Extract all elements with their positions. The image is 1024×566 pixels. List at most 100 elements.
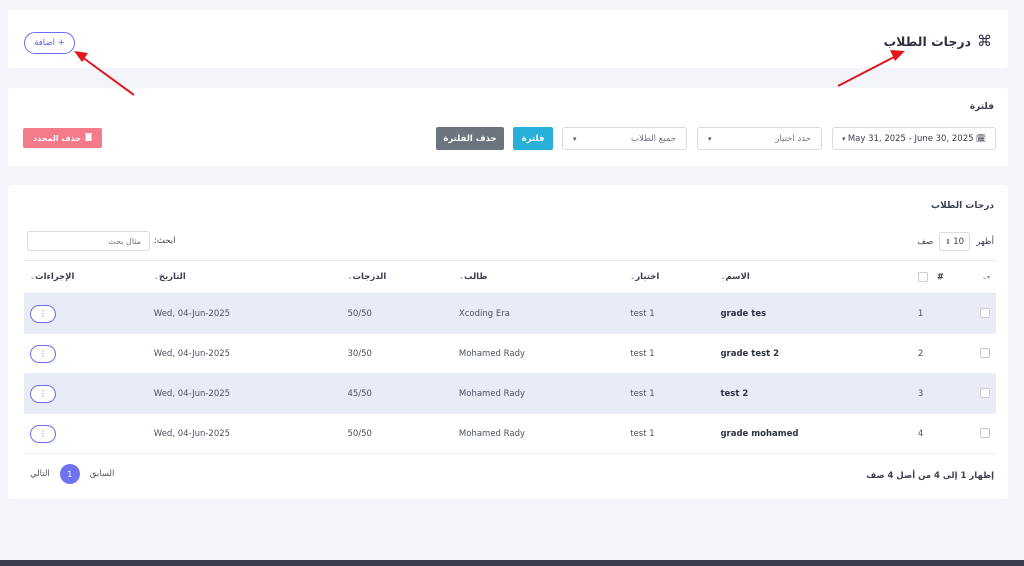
bottom-bar	[0, 560, 1024, 566]
row-student: Mohamed Rady	[452, 333, 625, 374]
exam-select-value: حدد اختبار	[775, 133, 811, 144]
row-date: Wed, 04-Jun-2025	[147, 413, 342, 454]
date-range-picker[interactable]: ▾ May 31, 2025 - June 30, 2025 🗓	[832, 127, 996, 150]
page-title-text: درجات الطلاب	[883, 33, 971, 49]
student-select-value: جميع الطلاب	[631, 133, 676, 144]
page-length-control: أظهر ⇕ 10 صف	[917, 232, 994, 251]
column-date-label: التاريخ	[158, 272, 186, 282]
column-student[interactable]: طالب⌄	[452, 260, 625, 294]
row-exam: test 1	[624, 333, 715, 374]
row-checkbox[interactable]	[980, 348, 990, 359]
calendar-icon: 🗓	[975, 134, 986, 143]
table-header-row: ▾⌄ # الاسم⌄ اختبار⌄ طالب⌄ الدرجات⌄ التار…	[24, 260, 996, 294]
row-grade: 50/50	[341, 293, 453, 334]
show-prefix: أظهر	[976, 236, 994, 247]
chevron-down-icon: ▾	[573, 134, 577, 143]
row-grade: 45/50	[341, 373, 453, 414]
sort-icon: ▾⌄	[981, 274, 990, 281]
column-name[interactable]: الاسم⌄	[714, 260, 912, 294]
clear-filter-button[interactable]: حذف الفلترة	[436, 127, 504, 150]
search-label: ابحث:	[154, 236, 176, 246]
page-header-card: ⌘ درجات الطلاب + اضافة	[8, 10, 1008, 68]
grades-table: ▾⌄ # الاسم⌄ اختبار⌄ طالب⌄ الدرجات⌄ التار…	[24, 260, 996, 454]
more-vertical-icon: ⋮	[39, 389, 47, 398]
chevron-down-icon: ▾	[842, 134, 846, 143]
row-exam: test 1	[624, 413, 715, 454]
add-button[interactable]: + اضافة	[24, 32, 75, 54]
filter-card: فلترة ▾ May 31, 2025 - June 30, 2025 🗓 ▾…	[8, 88, 1008, 166]
row-date: Wed, 04-Jun-2025	[147, 373, 342, 414]
column-student-label: طالب	[463, 272, 488, 282]
row-student: Mohamed Rady	[452, 373, 625, 414]
search-input[interactable]	[27, 231, 150, 251]
row-actions-button[interactable]: ⋮	[30, 304, 56, 323]
delete-selected-button[interactable]: حذف المحدد	[23, 128, 102, 148]
table-info: إظهار 1 إلى 4 من أصل 4 صف	[866, 471, 994, 481]
student-select[interactable]: ▾ جميع الطلاب	[562, 127, 687, 150]
column-actions[interactable]: الإجراءات⌄	[24, 260, 148, 294]
previous-page-link[interactable]: السابق	[90, 469, 115, 479]
row-actions-cell: ⋮	[24, 333, 148, 374]
trash-icon	[85, 133, 93, 143]
row-actions-cell: ⋮	[24, 413, 148, 454]
page-title: ⌘ درجات الطلاب	[884, 32, 992, 50]
exam-select[interactable]: ▾ حدد اختبار	[697, 127, 822, 150]
table-row[interactable]: 1 grade tes test 1 Xcoding Era 50/50 Wed…	[24, 293, 996, 334]
chevron-down-icon: ▾	[708, 134, 712, 143]
more-vertical-icon: ⋮	[39, 309, 47, 318]
row-exam: test 1	[624, 293, 715, 334]
column-grade[interactable]: الدرجات⌄	[341, 260, 453, 294]
row-actions-cell: ⋮	[24, 373, 148, 414]
select-all-checkbox[interactable]	[917, 271, 928, 282]
row-name: grade tes	[714, 293, 912, 334]
filter-button[interactable]: فلترة	[513, 127, 553, 150]
search-control: ابحث:	[27, 231, 175, 251]
table-row[interactable]: 2 grade test 2 test 1 Mohamed Rady 30/50…	[24, 333, 996, 374]
row-student: Xcoding Era	[452, 293, 625, 334]
date-range-value: May 31, 2025 - June 30, 2025	[847, 133, 974, 144]
row-date: Wed, 04-Jun-2025	[147, 293, 342, 334]
column-number[interactable]: #	[911, 260, 950, 294]
row-checkbox-cell	[950, 413, 996, 454]
row-date: Wed, 04-Jun-2025	[147, 333, 342, 374]
table-title: درجات الطلاب	[931, 201, 994, 211]
row-number: 2	[911, 333, 950, 374]
column-grade-label: الدرجات	[352, 272, 387, 282]
row-actions-button[interactable]: ⋮	[30, 424, 56, 443]
more-vertical-icon: ⋮	[39, 349, 47, 358]
filter-label: فلترة	[969, 102, 994, 112]
row-student: Mohamed Rady	[452, 413, 625, 454]
row-actions-button[interactable]: ⋮	[30, 384, 56, 403]
command-icon: ⌘	[977, 32, 992, 50]
page-length-select[interactable]: ⇕ 10	[939, 232, 971, 251]
page-length-value: 10	[953, 236, 965, 247]
row-checkbox-cell	[950, 293, 996, 334]
row-checkbox[interactable]	[980, 428, 990, 439]
row-actions-cell: ⋮	[24, 293, 148, 334]
delete-selected-label: حذف المحدد	[32, 133, 82, 143]
row-checkbox[interactable]	[980, 388, 990, 399]
column-exam[interactable]: اختبار⌄	[624, 260, 715, 294]
row-checkbox-cell	[950, 373, 996, 414]
column-actions-label: الإجراءات	[35, 272, 75, 282]
row-checkbox[interactable]	[980, 308, 990, 319]
column-date[interactable]: التاريخ⌄	[147, 260, 342, 294]
row-number: 3	[911, 373, 950, 414]
column-exam-label: اختبار	[635, 272, 660, 282]
row-number: 4	[911, 413, 950, 454]
table-row[interactable]: 3 test 2 test 1 Mohamed Rady 45/50 Wed, …	[24, 373, 996, 414]
column-number-label: #	[936, 272, 944, 283]
sort-updown-icon: ⇕	[945, 237, 952, 246]
column-name-label: الاسم	[725, 272, 750, 282]
grades-table-card: درجات الطلاب أظهر ⇕ 10 صف ابحث: ▾⌄ # الا…	[8, 185, 1008, 499]
more-vertical-icon: ⋮	[39, 429, 47, 438]
row-grade: 30/50	[341, 333, 453, 374]
pagination: التالي 1 السابق	[30, 464, 114, 484]
row-number: 1	[911, 293, 950, 334]
table-row[interactable]: 4 grade mohamed test 1 Mohamed Rady 50/5…	[24, 413, 996, 454]
row-actions-button[interactable]: ⋮	[30, 344, 56, 363]
page-1-button[interactable]: 1	[59, 464, 80, 484]
row-grade: 50/50	[341, 413, 453, 454]
next-page-link[interactable]: التالي	[30, 469, 50, 479]
column-select[interactable]: ▾⌄	[950, 260, 996, 294]
